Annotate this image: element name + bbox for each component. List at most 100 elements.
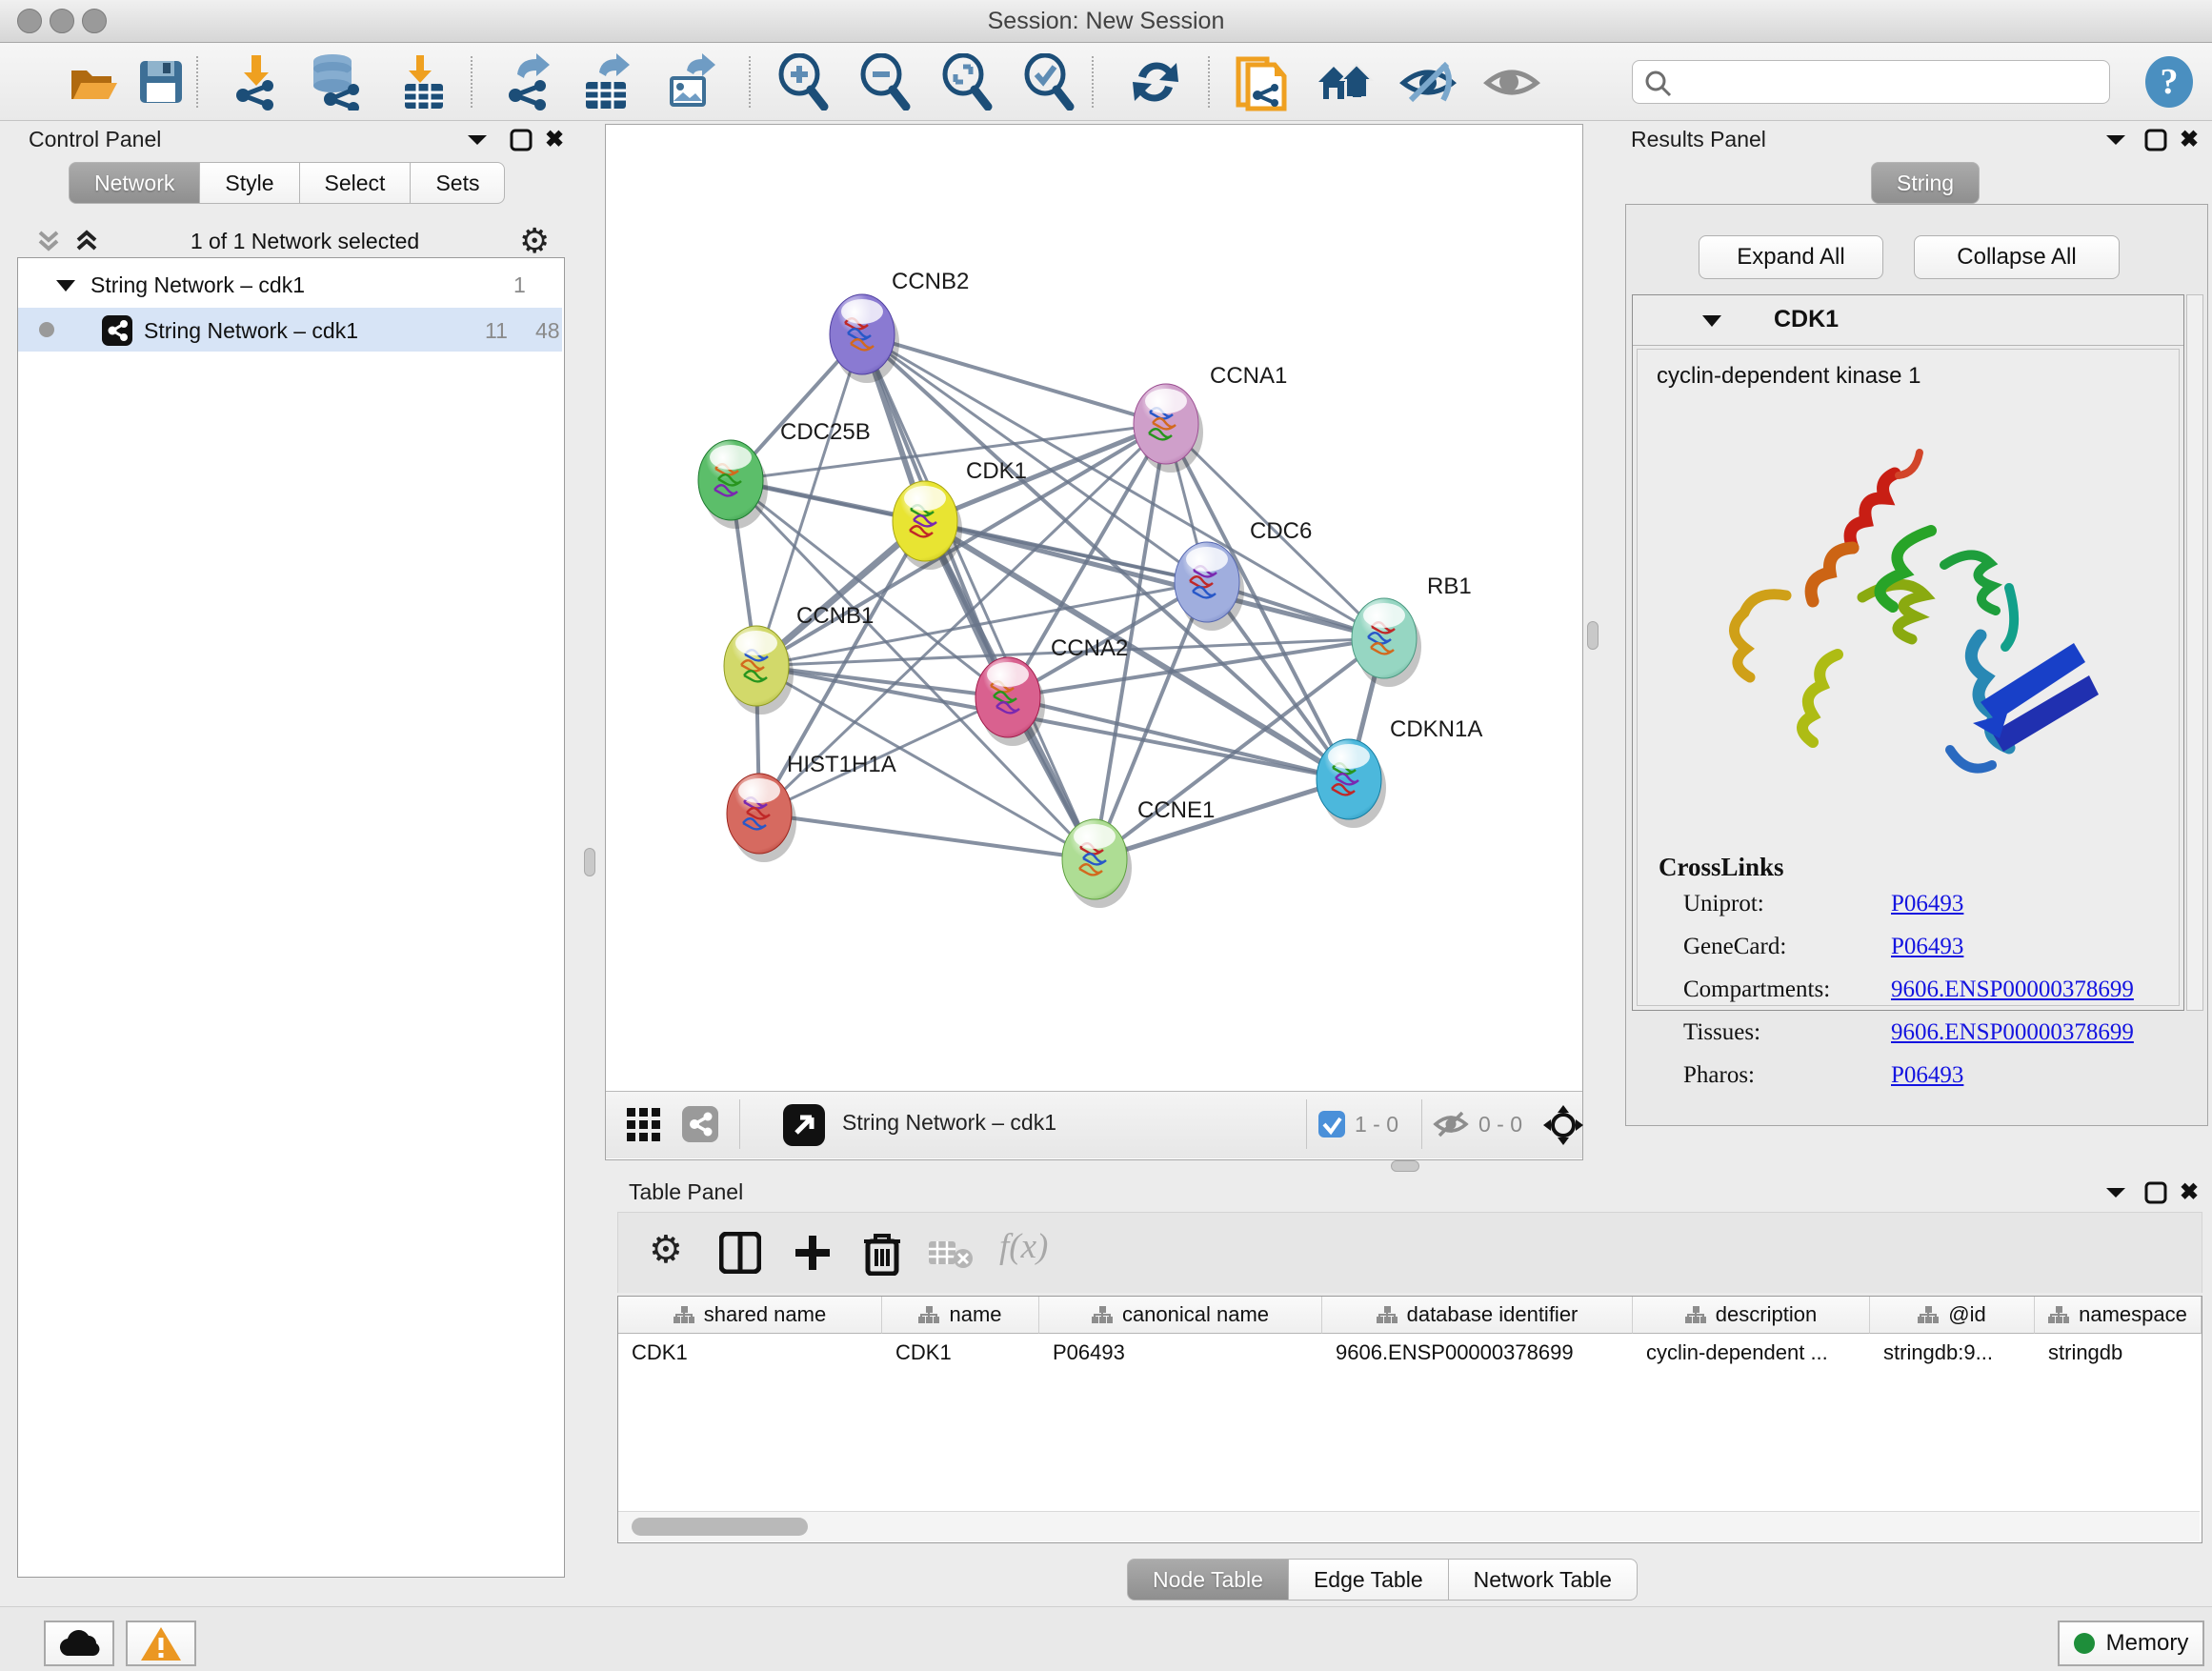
tab-network[interactable]: Network [69, 162, 200, 204]
network-edge-CDKN1A-CCNE1[interactable] [1095, 779, 1349, 859]
zoom-out-button[interactable] [855, 54, 915, 110]
network-edge-CCNB2-CCNE1[interactable] [862, 334, 1095, 859]
node-table[interactable]: shared nameCDK1nameCDK1canonical nameP06… [617, 1296, 2202, 1543]
crosslink-label: GeneCard: [1683, 934, 1891, 960]
crosslink-value-link[interactable]: 9606.ENSP00000378699 [1891, 976, 2134, 1003]
table-cell[interactable]: stringdb [2035, 1334, 2201, 1372]
network-edge-HIST1H1A-CCNE1[interactable] [759, 814, 1095, 859]
table-tab-network-table[interactable]: Network Table [1449, 1559, 1638, 1601]
search-input[interactable] [1680, 65, 2103, 99]
tab-select[interactable]: Select [300, 162, 412, 204]
column-label: database identifier [1407, 1302, 1579, 1327]
tab-style[interactable]: Style [200, 162, 299, 204]
table-cell[interactable]: stringdb:9... [1870, 1334, 2034, 1372]
import-network-database-button[interactable] [307, 54, 366, 110]
import-network-file-button[interactable] [227, 54, 286, 110]
string-document-button[interactable] [1231, 54, 1290, 110]
home-networks-button[interactable] [1315, 54, 1374, 110]
results-scrollbar[interactable] [2186, 294, 2203, 1011]
table-cell[interactable]: CDK1 [618, 1334, 881, 1372]
scrollbar-thumb[interactable] [632, 1518, 808, 1536]
network-canvas[interactable]: CCNB2CCNA1CDC25BCDK1CDC6RB1CCNB1CCNA2CDK… [606, 125, 1580, 1090]
network-share-icon[interactable] [682, 1106, 718, 1142]
network-node-HIST1H1A[interactable]: HIST1H1A [727, 752, 896, 862]
help-button[interactable]: ? [2140, 54, 2199, 110]
table-panel-close-icon[interactable]: ✖ [2180, 1178, 2199, 1206]
column-header-description[interactable]: description [1633, 1297, 1870, 1334]
table-cell[interactable]: P06493 [1039, 1334, 1321, 1372]
zoom-selected-button[interactable] [1019, 54, 1078, 110]
fit-selected-crosshair-icon[interactable] [1541, 1103, 1585, 1147]
save-session-button[interactable] [131, 54, 191, 110]
column-header--id[interactable]: @id [1870, 1297, 2035, 1334]
hidden-eye-icon[interactable] [1433, 1109, 1469, 1139]
left-splitter-handle[interactable] [584, 848, 595, 876]
gene-header-row[interactable]: CDK1 [1633, 295, 2183, 346]
export-image-button[interactable] [661, 54, 720, 110]
delete-column-icon[interactable] [862, 1230, 902, 1276]
expand-all-button[interactable]: Expand All [1699, 235, 1883, 279]
cloud-status-button[interactable] [44, 1621, 114, 1666]
table-panel-collapse-icon[interactable] [2103, 1184, 2128, 1206]
table-cell[interactable]: CDK1 [882, 1334, 1038, 1372]
network-view[interactable]: CCNB2CCNA1CDC25BCDK1CDC6RB1CCNB1CCNA2CDK… [605, 124, 1583, 1160]
collapse-all-tree-icon[interactable] [34, 227, 63, 260]
memory-button[interactable]: Memory [2058, 1621, 2204, 1666]
expand-all-tree-icon[interactable] [72, 227, 101, 260]
crosslink-value-link[interactable]: 9606.ENSP00000378699 [1891, 1019, 2134, 1046]
table-tab-node-table[interactable]: Node Table [1127, 1559, 1289, 1601]
zoom-fit-button[interactable] [937, 54, 996, 110]
network-edge-CCNB2-CCNA1[interactable] [862, 334, 1166, 424]
network-edge-CCNB1-CCNA2[interactable] [756, 666, 1008, 697]
network-node-CCNE1[interactable]: CCNE1 [1062, 797, 1215, 908]
results-panel-collapse-icon[interactable] [2103, 131, 2128, 153]
export-network-button[interactable] [497, 54, 556, 110]
network-row-selected[interactable]: String Network – cdk1 11 48 [18, 308, 562, 352]
show-columns-icon[interactable] [719, 1232, 761, 1274]
network-collection-row[interactable]: String Network – cdk1 1 [18, 264, 562, 308]
results-panel-float-icon[interactable] [2143, 128, 2168, 157]
crosslink-value-link[interactable]: P06493 [1891, 934, 1963, 960]
column-header-database-identifier[interactable]: database identifier [1322, 1297, 1633, 1334]
open-session-button[interactable] [65, 54, 124, 110]
hide-selected-button[interactable] [1398, 54, 1458, 110]
table-tab-edge-table[interactable]: Edge Table [1289, 1559, 1449, 1601]
control-panel-collapse-icon[interactable] [465, 131, 490, 153]
tree-expander-icon[interactable] [54, 277, 77, 294]
tab-sets[interactable]: Sets [411, 162, 505, 204]
collapse-all-button[interactable]: Collapse All [1914, 235, 2120, 279]
warnings-button[interactable] [126, 1621, 196, 1666]
column-header-name[interactable]: name [882, 1297, 1039, 1334]
export-table-button[interactable] [577, 54, 636, 110]
network-node-RB1[interactable]: RB1 [1352, 574, 1472, 687]
zoom-in-button[interactable] [774, 54, 833, 110]
crosslink-value-link[interactable]: P06493 [1891, 891, 1963, 917]
import-table-file-button[interactable] [394, 54, 453, 110]
network-options-gear-icon[interactable]: ⚙ [519, 221, 550, 261]
table-horizontal-scrollbar[interactable] [618, 1511, 2200, 1541]
control-panel-close-icon[interactable]: ✖ [545, 126, 564, 153]
selected-checkbox-icon[interactable] [1318, 1111, 1345, 1137]
network-node-CDKN1A[interactable]: CDKN1A [1317, 716, 1482, 828]
results-panel-close-icon[interactable]: ✖ [2180, 126, 2199, 153]
table-settings-gear-icon[interactable]: ⚙ [649, 1228, 683, 1272]
right-splitter-handle[interactable] [1587, 621, 1599, 650]
show-all-button[interactable] [1482, 54, 1541, 110]
open-in-window-icon[interactable] [783, 1104, 825, 1146]
column-header-namespace[interactable]: namespace [2035, 1297, 2202, 1334]
birdseye-grid-icon[interactable] [627, 1108, 665, 1142]
column-header-shared-name[interactable]: shared name [618, 1297, 882, 1334]
table-panel-float-icon[interactable] [2143, 1180, 2168, 1210]
table-cell[interactable]: 9606.ENSP00000378699 [1322, 1334, 1632, 1372]
network-node-CCNA1[interactable]: CCNA1 [1134, 363, 1287, 473]
gene-expander-icon[interactable] [1699, 312, 1724, 330]
column-header-canonical-name[interactable]: canonical name [1039, 1297, 1322, 1334]
crosslink-value-link[interactable]: P06493 [1891, 1062, 1963, 1089]
add-column-icon[interactable] [792, 1232, 834, 1274]
bottom-splitter-handle[interactable] [1391, 1160, 1419, 1172]
refresh-layout-button[interactable] [1126, 54, 1185, 110]
table-cell[interactable]: cyclin-dependent ... [1633, 1334, 1869, 1372]
results-tab-string[interactable]: String [1871, 162, 1980, 204]
network-node-CCNB2[interactable]: CCNB2 [830, 269, 969, 383]
control-panel-float-icon[interactable] [509, 128, 533, 157]
